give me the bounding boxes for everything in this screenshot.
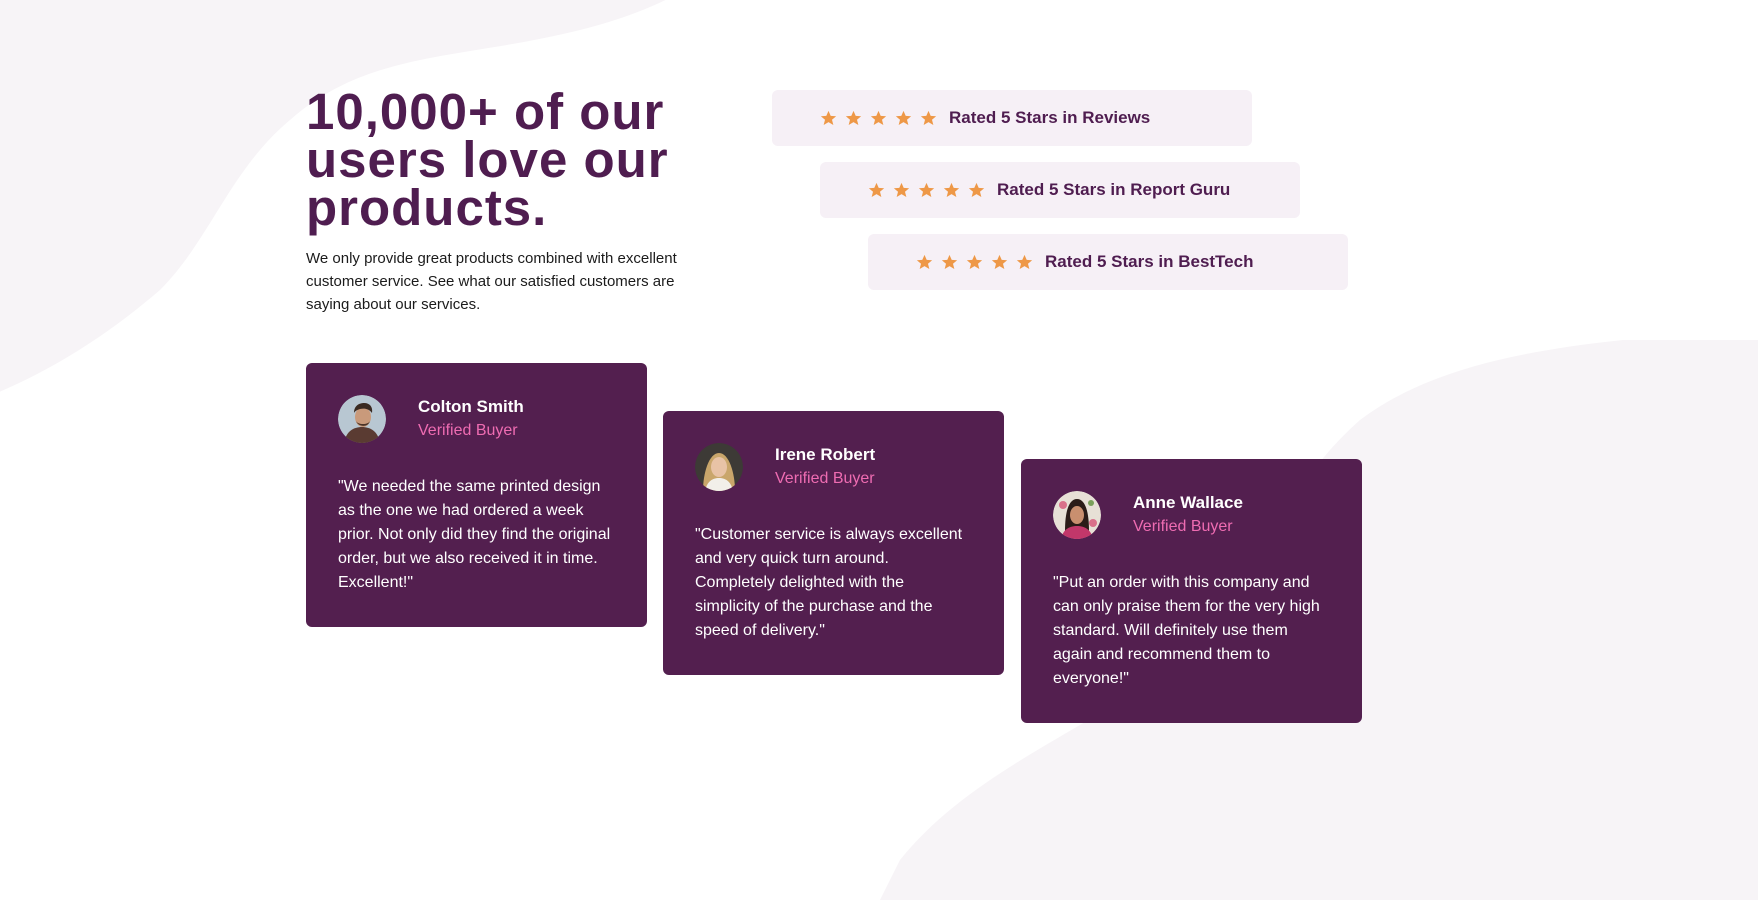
star-icon [920,110,937,125]
reviewer-role: Verified Buyer [1133,518,1233,535]
star-icon [845,110,862,125]
reviewer-name: Anne Wallace [1133,493,1243,512]
star-rating [820,110,937,127]
star-icon [943,182,960,197]
testimonial-header: Anne Wallace Verified Buyer [1053,491,1330,539]
star-rating [868,182,985,199]
star-icon [941,254,958,269]
star-icon [916,254,933,269]
testimonial-card-anne-wallace: Anne Wallace Verified Buyer "Put an orde… [1021,459,1362,723]
testimonial-card-colton-smith: Colton Smith Verified Buyer "We needed t… [306,363,647,627]
rating-card-besttech: Rated 5 Stars in BestTech [868,234,1348,290]
star-icon [895,110,912,125]
star-icon [918,182,935,197]
social-proof-section: 10,000+ of our users love our products. … [0,0,1758,847]
testimonial-card-irene-robert: Irene Robert Verified Buyer "Customer se… [663,411,1004,675]
reviewer-role: Verified Buyer [775,470,875,487]
reviewer-name: Irene Robert [775,445,876,464]
testimonial-quote: "Customer service is always excellent an… [695,526,963,639]
testimonial-quote: "We needed the same printed design as th… [338,478,611,591]
testimonial-meta: Anne Wallace Verified Buyer [1133,492,1243,538]
rating-label: Rated 5 Stars in Report Guru [997,180,1231,199]
testimonial-quote: "Put an order with this company and can … [1053,574,1320,687]
rating-label: Rated 5 Stars in Reviews [949,108,1151,127]
star-icon [1016,254,1033,269]
star-icon [868,182,885,197]
rating-card-reviews: Rated 5 Stars in Reviews [772,90,1252,146]
star-icon [820,110,837,125]
avatar [1053,491,1101,539]
rating-card-report-guru: Rated 5 Stars in Report Guru [820,162,1300,218]
intro-text: We only provide great products combined … [306,250,677,313]
star-icon [966,254,983,269]
rating-label: Rated 5 Stars in BestTech [1045,252,1254,271]
star-icon [968,182,985,197]
reviewer-name: Colton Smith [418,397,524,416]
avatar [338,395,386,443]
star-icon [870,110,887,125]
testimonial-meta: Irene Robert Verified Buyer [775,444,875,490]
testimonial-meta: Colton Smith Verified Buyer [418,396,524,442]
star-icon [893,182,910,197]
reviewer-role: Verified Buyer [418,422,518,439]
star-rating [916,254,1033,271]
page-title: 10,000+ of our users love our products. [306,83,669,236]
avatar [695,443,743,491]
star-icon [991,254,1008,269]
testimonial-header: Irene Robert Verified Buyer [695,443,972,491]
testimonial-header: Colton Smith Verified Buyer [338,395,615,443]
